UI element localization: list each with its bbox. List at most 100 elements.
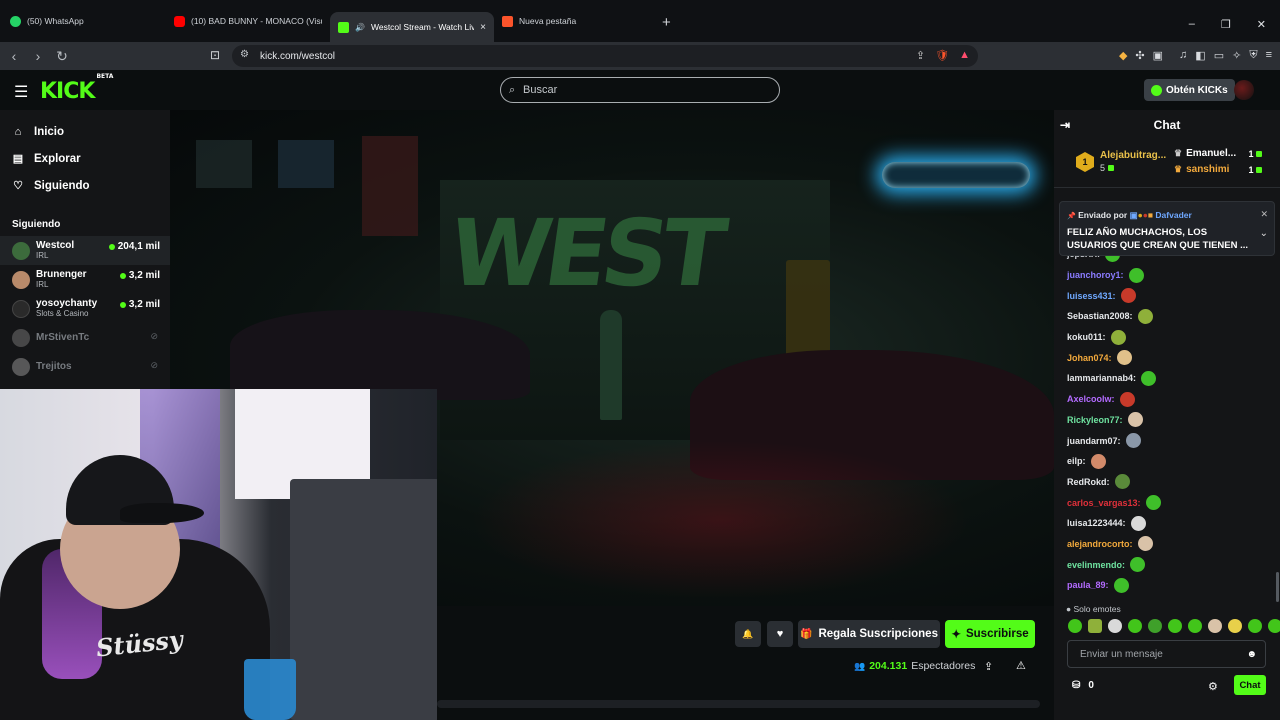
audio-icon[interactable]: 🔊 — [355, 23, 365, 32]
emoji-picker-icon[interactable]: ☻ — [1246, 649, 1257, 660]
unpin-icon[interactable]: ✕ — [1260, 209, 1268, 220]
sidebar-item-inicio[interactable]: ⌂ Inicio — [0, 118, 170, 145]
url-field[interactable]: ⊡ ⚙ kick.com/westcol ⇪ 🛡 ▲ — [210, 45, 978, 67]
subscribe-button[interactable]: ✦ Suscribirse — [945, 620, 1035, 648]
chat-username[interactable]: RedRokd: — [1067, 477, 1110, 487]
chat-username[interactable]: carlos_vargas13: — [1067, 498, 1141, 508]
maximize-icon[interactable]: ❐ — [1221, 18, 1231, 31]
send-chat-button[interactable]: Chat — [1234, 675, 1266, 695]
chat-username[interactable]: Rickyleon77: — [1067, 415, 1123, 425]
browse-icon: ▤ — [12, 153, 24, 165]
sidebar-icon[interactable]: ◧ — [1195, 49, 1205, 62]
channel-trejitos[interactable]: Trejitos ⊘ — [0, 352, 170, 381]
emote-icon[interactable] — [1188, 619, 1202, 633]
channel-brunenger[interactable]: Brunenger IRL 3,2 mil — [0, 265, 170, 294]
puzzle-icon[interactable]: ✣ — [1135, 49, 1144, 62]
chat-username[interactable]: lammariannab4: — [1067, 373, 1136, 383]
get-kicks-button[interactable]: Obtén KICKs — [1144, 79, 1235, 101]
leader-1-name[interactable]: Alejabuitrag... — [1100, 150, 1166, 161]
gift-leaderboard: 1 Alejabuitrag... 5 ♛ Emanuel... 1 ♛ sanshi… — [1054, 142, 1280, 188]
brave-rewards-icon[interactable]: ▲ — [959, 49, 970, 62]
ai-icon[interactable]: ✧ — [1232, 49, 1241, 62]
viewer-count-value: 204,1 mil — [117, 241, 160, 252]
channel-name: yosoychanty — [36, 298, 98, 309]
chat-footer: ⛁ 0 ⚙ Chat — [1054, 675, 1280, 705]
emote-icon[interactable] — [1268, 619, 1280, 633]
channel-yosoychanty[interactable]: yosoychanty Slots & Casino 3,2 mil — [0, 294, 170, 323]
chat-username[interactable]: eilp: — [1067, 456, 1086, 466]
emote-icon[interactable] — [1248, 619, 1262, 633]
chat-username[interactable]: luisa1223444: — [1067, 518, 1126, 528]
scroll-bar[interactable] — [437, 700, 1040, 708]
report-icon[interactable]: ⚠ — [1016, 659, 1026, 672]
emote-icon[interactable] — [1128, 619, 1142, 633]
channel-westcol[interactable]: Westcol IRL 204,1 mil — [0, 236, 170, 265]
emote-icon[interactable] — [1088, 619, 1102, 633]
user-avatar[interactable] — [1234, 80, 1254, 100]
viewer-count-value: 3,2 mil — [128, 270, 160, 281]
tab-close-icon[interactable]: × — [480, 22, 486, 33]
channel-points[interactable]: ⛁ 0 — [1072, 680, 1094, 691]
extension-icon[interactable]: ◆ — [1119, 49, 1127, 62]
browser-tab-kick[interactable]: 🔊 Westcol Stream - Watch Live × — [330, 12, 494, 42]
site-settings-icon[interactable]: ⚙ — [240, 49, 249, 60]
browser-tab-new[interactable]: Nueva pestaña — [494, 6, 658, 36]
music-icon[interactable]: ♫ — [1179, 49, 1187, 62]
chat-username[interactable]: juanchoroy1: — [1067, 270, 1124, 280]
emote-icon — [1141, 370, 1157, 386]
chat-username[interactable]: juandarm07: — [1067, 436, 1121, 446]
chat-username[interactable]: Sebastian2008: — [1067, 311, 1133, 321]
wallet-icon[interactable]: ▭ — [1214, 49, 1224, 62]
emote-icon[interactable] — [1108, 619, 1122, 633]
emote-icon[interactable] — [1168, 619, 1182, 633]
emote-icon[interactable] — [1068, 619, 1082, 633]
pinned-author-name[interactable]: Dafvader — [1155, 210, 1191, 220]
hamburger-menu-icon[interactable]: ☰ — [14, 82, 28, 102]
menu-icon[interactable]: ≡ — [1266, 49, 1272, 62]
browser-tab-whatsapp[interactable]: (50) WhatsApp — [2, 6, 166, 36]
chevron-down-icon[interactable]: ⌄ — [1260, 228, 1268, 239]
close-window-icon[interactable]: ✕ — [1257, 18, 1266, 31]
follow-button[interactable]: ♥ — [767, 621, 793, 647]
back-icon[interactable]: ‹ — [4, 48, 24, 64]
forward-icon[interactable]: › — [28, 48, 48, 64]
search-input[interactable]: ⌕ Buscar — [500, 77, 780, 103]
chat-username[interactable]: luisess431: — [1067, 291, 1116, 301]
emote-icon[interactable] — [1208, 619, 1222, 633]
emote-icon[interactable] — [1148, 619, 1162, 633]
gear-icon[interactable]: ⚙ — [1208, 680, 1218, 693]
chat-username[interactable]: Axelcoolw: — [1067, 394, 1115, 404]
plus-icon[interactable]: + — [662, 14, 671, 31]
screenshot-icon[interactable]: ▣ — [1153, 49, 1163, 62]
chat-message-input[interactable]: Enviar un mensaje ☻ — [1067, 640, 1266, 668]
neon-sign — [882, 162, 1030, 188]
sidebar-item-explorar[interactable]: ▤ Explorar — [0, 145, 170, 172]
gift-subs-button[interactable]: 🎁 Regala Suscripciones — [798, 620, 940, 648]
share-page-icon[interactable]: ⇪ — [916, 49, 925, 62]
leader-2-name[interactable]: ♛ Emanuel... 1 — [1174, 148, 1274, 159]
page-scrollbar[interactable] — [1276, 572, 1279, 602]
brave-shields-icon[interactable]: 🛡 — [935, 49, 949, 62]
channel-mrstiventc[interactable]: MrStivenTc ⊘ — [0, 323, 170, 352]
reload-icon[interactable]: ↻ — [52, 48, 72, 65]
sidebar-item-siguiendo[interactable]: ♡ Siguiendo — [0, 172, 170, 199]
vpn-icon[interactable]: ⛨ — [1249, 49, 1257, 62]
emote-icon[interactable] — [1228, 619, 1242, 633]
minimize-icon[interactable]: – — [1189, 18, 1195, 31]
bookmark-icon[interactable]: ⊡ — [210, 48, 220, 62]
pinned-message[interactable]: 📌 Enviado por ▣●●■ Dafvader FELIZ AÑO MU… — [1059, 201, 1275, 256]
chat-username[interactable]: alejandrocorto: — [1067, 539, 1133, 549]
collapse-chat-icon[interactable]: ⇥ — [1060, 118, 1070, 132]
chat-username[interactable]: Johan074: — [1067, 353, 1112, 363]
chat-username[interactable]: koku011: — [1067, 332, 1106, 342]
crown-icon: ♛ — [1174, 148, 1183, 158]
browser-tab-youtube[interactable]: (10) BAD BUNNY - MONACO (Visuali — [166, 6, 330, 36]
chat-username[interactable]: paula_89: — [1067, 580, 1109, 590]
channel-category: IRL — [36, 251, 49, 260]
share-icon[interactable]: ⇪ — [984, 660, 993, 673]
car-left — [230, 310, 530, 400]
chat-username[interactable]: evelinmendo: — [1067, 560, 1125, 570]
leader-3-name[interactable]: ♛ sanshimi 1 — [1174, 164, 1274, 175]
notifications-button[interactable]: 🔔 — [735, 621, 761, 647]
kick-logo[interactable]: KICKBETA — [40, 73, 113, 104]
